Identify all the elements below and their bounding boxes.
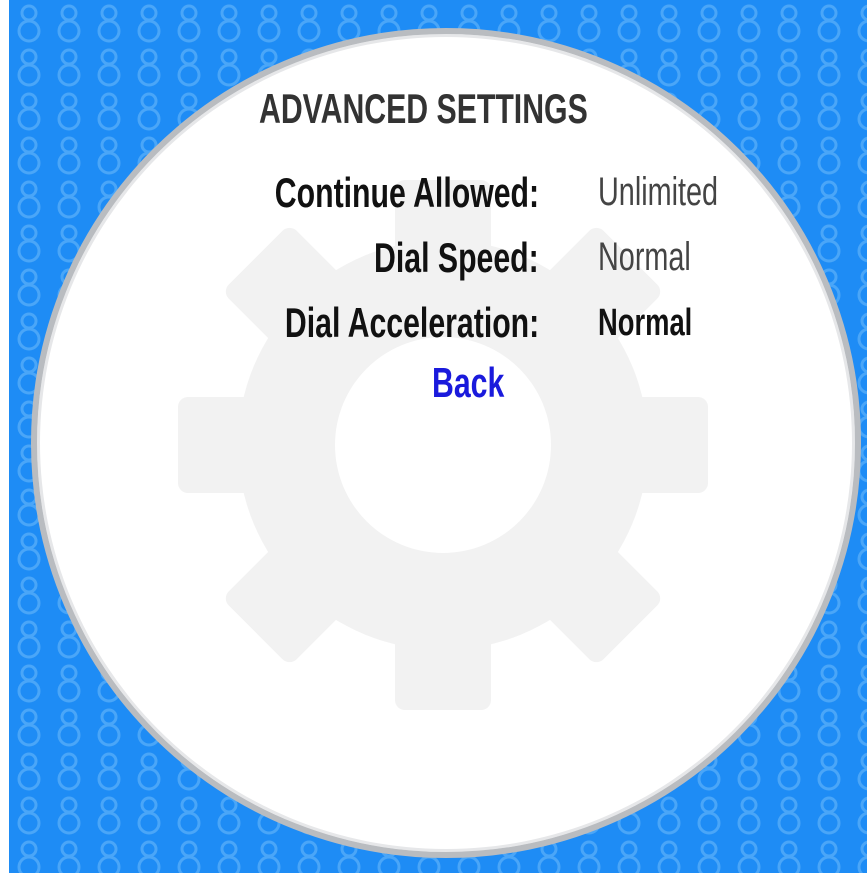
dial-speed-label: Dial Speed: <box>374 234 539 281</box>
dial-acceleration-value[interactable]: Normal <box>598 304 692 342</box>
continue-allowed-label: Continue Allowed: <box>274 169 539 216</box>
settings-screen: ADVANCED SETTINGS Continue Allowed: Unli… <box>0 0 867 873</box>
dial-speed-value[interactable]: Normal <box>598 237 691 277</box>
continue-allowed-value[interactable]: Unlimited <box>598 172 718 212</box>
back-button[interactable]: Back <box>432 362 504 404</box>
dial-acceleration-label: Dial Acceleration: <box>284 299 539 346</box>
page-title: ADVANCED SETTINGS <box>259 85 588 132</box>
settings-dial <box>31 28 861 858</box>
